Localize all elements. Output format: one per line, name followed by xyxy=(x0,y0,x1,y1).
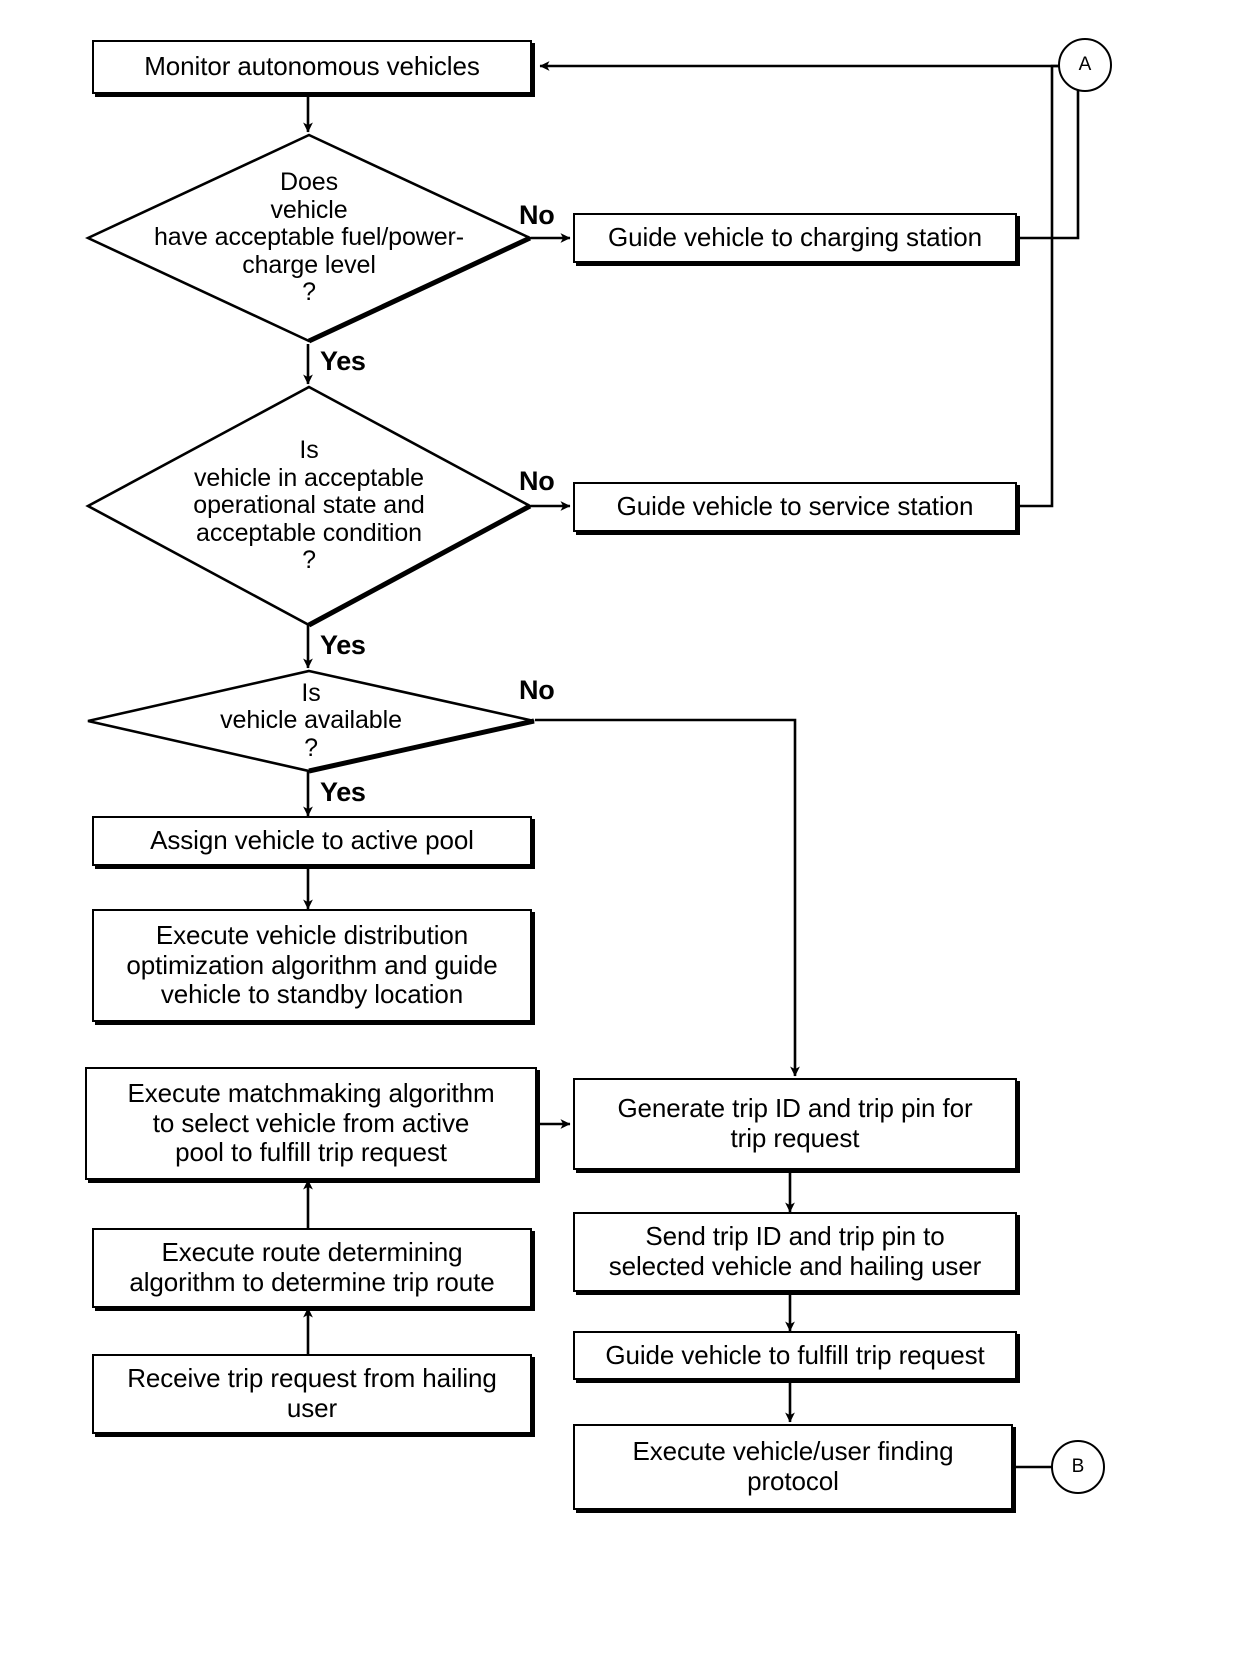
process-assign-active-pool-label: Assign vehicle to active pool xyxy=(150,825,474,856)
connector-a-label: A xyxy=(1078,54,1092,75)
process-matchmaking-algorithm-label: Execute matchmaking algorithm to select … xyxy=(127,1078,495,1168)
connector-b: B xyxy=(1051,1440,1105,1494)
edge-label-available-no: No xyxy=(519,675,555,705)
process-finding-protocol: Execute vehicle/user finding protocol xyxy=(573,1424,1013,1510)
edge-label-fuel-yes: Yes xyxy=(320,346,366,376)
process-guide-fulfill-request: Guide vehicle to fulfill trip request xyxy=(573,1331,1017,1380)
process-send-trip-id: Send trip ID and trip pin to selected ve… xyxy=(573,1212,1017,1292)
process-distribution-optimization: Execute vehicle distribution optimizatio… xyxy=(92,909,532,1022)
process-route-determining-label: Execute route determining algorithm to d… xyxy=(129,1237,495,1297)
process-guide-service-station: Guide vehicle to service station xyxy=(573,482,1017,532)
process-guide-fulfill-request-label: Guide vehicle to fulfill trip request xyxy=(605,1339,985,1370)
decision-fuel-level: Does vehicle have acceptable fuel/power-… xyxy=(85,132,533,344)
process-matchmaking-algorithm: Execute matchmaking algorithm to select … xyxy=(85,1067,537,1180)
connector-a: A xyxy=(1058,38,1112,92)
decision-operational-condition-label: Is vehicle in acceptable operational sta… xyxy=(193,436,425,575)
process-guide-charging-station: Guide vehicle to charging station xyxy=(573,213,1017,263)
decision-vehicle-available-label: Is vehicle available ? xyxy=(220,678,402,762)
process-assign-active-pool: Assign vehicle to active pool xyxy=(92,816,532,866)
process-guide-charging-station-label: Guide vehicle to charging station xyxy=(608,222,982,253)
process-generate-trip-id-label: Generate trip ID and trip pin for trip r… xyxy=(617,1093,973,1153)
edge-label-fuel-no: No xyxy=(519,200,555,230)
process-distribution-optimization-label: Execute vehicle distribution optimizatio… xyxy=(126,920,498,1010)
process-monitor-vehicles: Monitor autonomous vehicles xyxy=(92,40,532,94)
process-receive-trip-request-label: Receive trip request from hailing user xyxy=(127,1363,497,1423)
process-receive-trip-request: Receive trip request from hailing user xyxy=(92,1354,532,1434)
process-generate-trip-id: Generate trip ID and trip pin for trip r… xyxy=(573,1078,1017,1170)
decision-operational-condition: Is vehicle in acceptable operational sta… xyxy=(85,384,533,628)
decision-fuel-level-label: Does vehicle have acceptable fuel/power-… xyxy=(154,168,464,307)
process-send-trip-id-label: Send trip ID and trip pin to selected ve… xyxy=(608,1221,982,1281)
flowchart-canvas: Monitor autonomous vehicles Does vehicle… xyxy=(0,0,1240,1661)
edge-label-condition-yes: Yes xyxy=(320,630,366,660)
connector-b-label: B xyxy=(1071,1456,1085,1477)
process-finding-protocol-label: Execute vehicle/user finding protocol xyxy=(632,1436,954,1496)
edge-label-available-yes: Yes xyxy=(320,777,366,807)
process-route-determining: Execute route determining algorithm to d… xyxy=(92,1228,532,1308)
edge-label-condition-no: No xyxy=(519,466,555,496)
process-guide-service-station-label: Guide vehicle to service station xyxy=(616,491,974,522)
process-monitor-vehicles-label: Monitor autonomous vehicles xyxy=(144,51,480,82)
decision-vehicle-available: Is vehicle available ? xyxy=(85,668,537,774)
